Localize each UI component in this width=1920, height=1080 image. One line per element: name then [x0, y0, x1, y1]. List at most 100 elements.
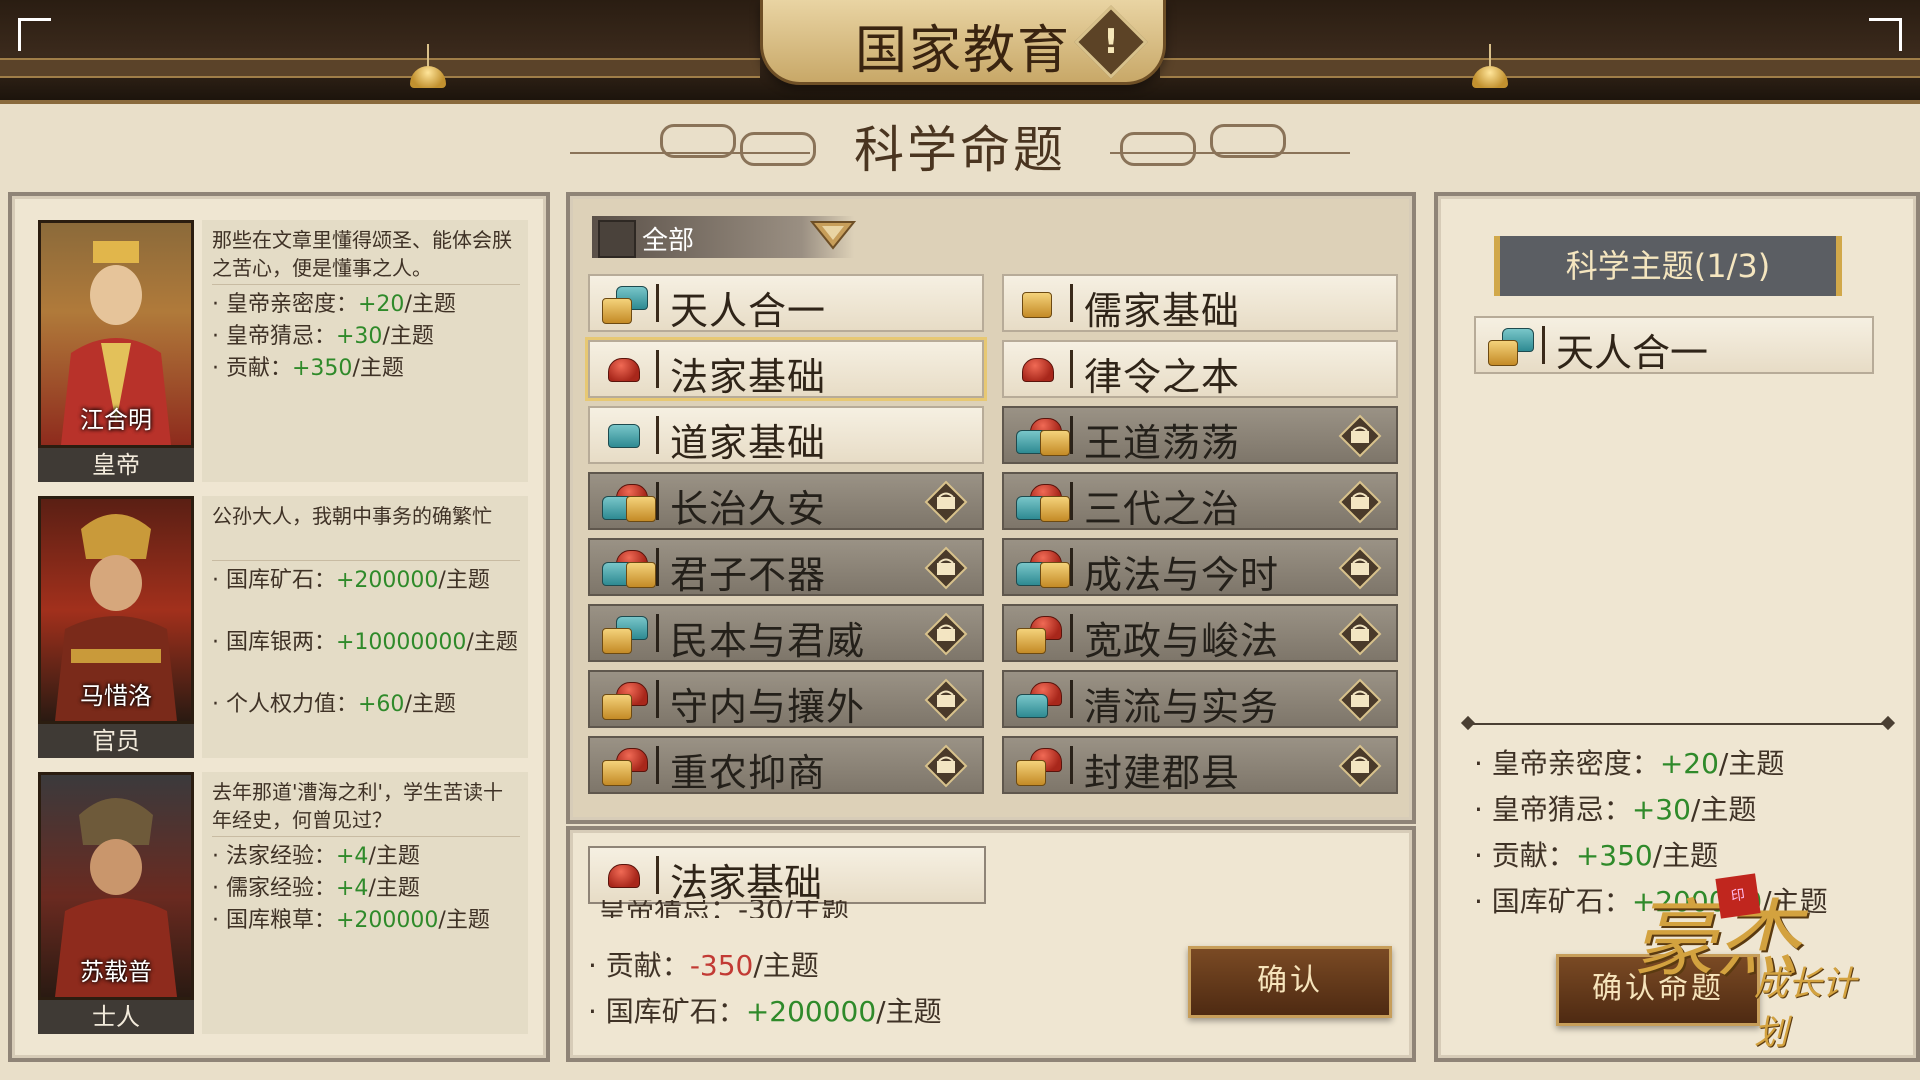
topic-name: 长治久安: [670, 487, 827, 531]
summary-stat: · 贡献：+350/主题: [1474, 839, 1719, 872]
quote-box: 公孙大人，我朝中事务的确繁忙 · 国库矿石：+200000/主题 · 国库银两：…: [202, 496, 528, 758]
topic-name: 君子不器: [670, 553, 827, 597]
topic-hat-icon: [598, 284, 650, 324]
person-card-scholar: 苏载普 士人 去年那道'漕海之利'，学生苦读十年经史，何曾见过？ · 法家经验：…: [30, 772, 530, 1048]
faction-panel: 江合明 皇帝 那些在文章里懂得颂圣、能体会朕之苦心，便是懂事之人。 · 皇帝亲密…: [8, 192, 550, 1062]
selected-topics-header: 科学主题(1/3): [1494, 236, 1842, 296]
topic-hat-icon: [1012, 350, 1064, 390]
lock-icon: [1338, 546, 1382, 590]
roof-beam: [0, 58, 760, 78]
help-icon[interactable]: !: [1074, 5, 1148, 79]
topic-item[interactable]: 宽政与峻法: [1002, 604, 1398, 663]
quote-text: 公孙大人，我朝中事务的确繁忙: [212, 504, 492, 528]
stat-line: · 个人权力值：+60/主题: [212, 692, 456, 717]
role-label: 皇帝: [38, 448, 194, 482]
stat-line: · 国库矿石：+200000/主题: [212, 568, 490, 593]
topic-name: 三代之治: [1084, 487, 1241, 531]
quote-box: 去年那道'漕海之利'，学生苦读十年经史，何曾见过？ · 法家经验：+4/主题 ·…: [202, 772, 528, 1034]
top-bar: 国家教育 !: [0, 0, 1920, 104]
topic-name: 守内与攘外: [670, 685, 866, 729]
selected-topic-chip[interactable]: 天人合一: [1474, 316, 1874, 375]
topic-item[interactable]: 三代之治: [1002, 472, 1398, 531]
role-label: 士人: [38, 1000, 194, 1034]
chevron-down-icon[interactable]: [809, 218, 857, 250]
topic-item[interactable]: 成法与今时: [1002, 538, 1398, 597]
topic-item[interactable]: 民本与君威: [588, 604, 984, 663]
frame-corner: [18, 18, 51, 51]
topic-item[interactable]: 清流与实务: [1002, 670, 1398, 729]
lock-icon: [924, 546, 968, 590]
topic-name: 天人合一: [670, 289, 827, 333]
topic-item[interactable]: 守内与攘外: [588, 670, 984, 729]
topic-name: 法家基础: [670, 355, 827, 399]
topic-hat-icon: [598, 680, 650, 720]
person-name: 马惜洛: [80, 682, 152, 710]
section-title: 科学命题: [854, 121, 1066, 179]
detail-stat: · 国库矿石：+200000/主题: [588, 995, 942, 1028]
topic-hat-icon: [1012, 548, 1070, 588]
stat-line: · 贡献：+350/主题: [212, 356, 404, 381]
topic-name: 道家基础: [670, 421, 827, 465]
topic-hat-icon: [1012, 614, 1064, 654]
portrait-image: 马惜洛: [38, 496, 194, 724]
topic-name: 民本与君威: [670, 619, 866, 663]
topic-hat-icon: [598, 416, 650, 456]
topic-hat-icon: [598, 482, 656, 522]
role-label: 官员: [38, 724, 194, 758]
topic-item[interactable]: 封建郡县: [1002, 736, 1398, 795]
divider: [1468, 723, 1888, 725]
topic-hat-icon: [598, 614, 650, 654]
topic-name: 王道荡荡: [1084, 421, 1241, 465]
detail-topic-chip: 法家基础: [588, 846, 986, 905]
summary-stat: · 皇帝猜忌：+30/主题: [1474, 793, 1757, 826]
topic-item[interactable]: 律令之本: [1002, 340, 1398, 399]
topic-hat-icon: [598, 746, 650, 786]
quote-text: 去年那道'漕海之利'，学生苦读十年经史，何曾见过？: [212, 780, 503, 832]
detail-stat: · 贡献：-350/主题: [588, 949, 819, 982]
portrait-image: 江合明: [38, 220, 194, 448]
topic-list-panel: 全部 天人合一 儒家基础法家基础 律令之本道家基础 王道荡荡长治久安 三代之治君子不器 成…: [566, 192, 1416, 824]
topic-name: 重农抑商: [670, 751, 827, 795]
topic-hat-icon: [1012, 746, 1064, 786]
stat-line: · 国库银两：+10000000/主题: [212, 630, 518, 655]
lock-icon: [1338, 678, 1382, 722]
stat-line: · 国库粮草：+200000/主题: [212, 908, 490, 933]
lock-icon: [924, 744, 968, 788]
filter-checkbox[interactable]: [598, 220, 636, 258]
red-hat-icon: [598, 856, 650, 896]
topic-name: 封建郡县: [1084, 751, 1241, 795]
lock-icon: [924, 678, 968, 722]
topic-name: 儒家基础: [1084, 289, 1241, 333]
topic-hat-icon: [1012, 680, 1064, 720]
portrait-image: 苏载普: [38, 772, 194, 1000]
topic-item[interactable]: 儒家基础: [1002, 274, 1398, 333]
lock-icon: [1338, 480, 1382, 524]
topic-hat-icon: [1012, 284, 1064, 324]
lock-icon: [1338, 612, 1382, 656]
stat-line: · 皇帝亲密度：+20/主题: [212, 292, 456, 317]
topic-item[interactable]: 法家基础: [588, 340, 984, 399]
topic-hat-icon: [1012, 482, 1070, 522]
person-card-emperor: 江合明 皇帝 那些在文章里懂得颂圣、能体会朕之苦心，便是懂事之人。 · 皇帝亲密…: [30, 220, 530, 496]
confirm-button[interactable]: 确认: [1188, 946, 1392, 1018]
topic-item[interactable]: 王道荡荡: [1002, 406, 1398, 465]
divider: [212, 560, 520, 561]
topic-hat-icon: [1012, 416, 1070, 456]
person-name: 江合明: [80, 406, 152, 434]
topic-item[interactable]: 重农抑商: [588, 736, 984, 795]
stat-line: · 法家经验：+4/主题: [212, 844, 420, 869]
quote-text: 那些在文章里懂得颂圣、能体会朕之苦心，便是懂事之人。: [212, 228, 512, 280]
title-plate: 国家教育 !: [760, 0, 1166, 85]
quote-box: 那些在文章里懂得颂圣、能体会朕之苦心，便是懂事之人。 · 皇帝亲密度：+20/主…: [202, 220, 528, 482]
topic-item[interactable]: 长治久安: [588, 472, 984, 531]
topic-item[interactable]: 天人合一: [588, 274, 984, 333]
person-card-official: 马惜洛 官员 公孙大人，我朝中事务的确繁忙 · 国库矿石：+200000/主题 …: [30, 496, 530, 772]
frame-corner: [1869, 18, 1902, 51]
hat-icons: [1484, 326, 1536, 366]
filter-label: 全部: [642, 226, 695, 256]
divider: [212, 284, 520, 285]
page-title: 国家教育: [855, 21, 1072, 81]
lock-icon: [1338, 744, 1382, 788]
topic-item[interactable]: 道家基础: [588, 406, 984, 465]
topic-item[interactable]: 君子不器: [588, 538, 984, 597]
